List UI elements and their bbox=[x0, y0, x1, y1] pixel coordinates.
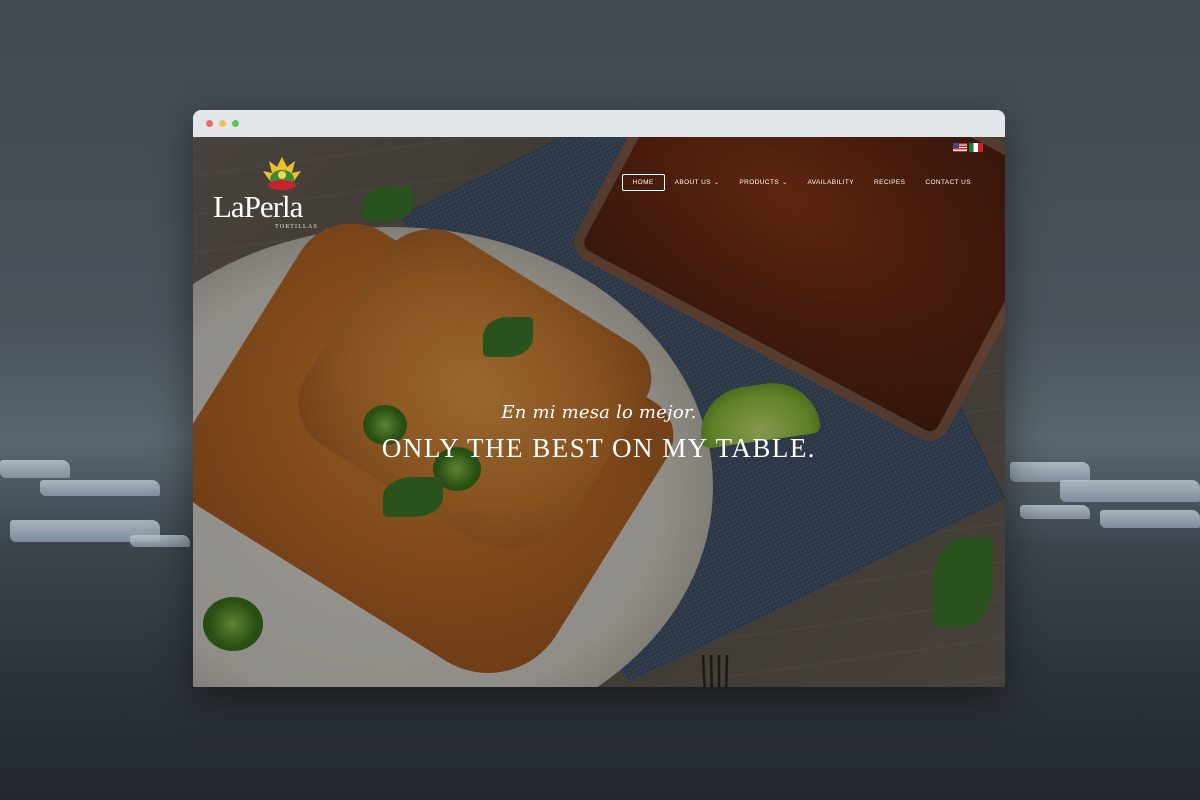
website-viewport: LaPerla TORTILLAS HOME ABOUT US ⌄ PRODUC… bbox=[193, 137, 1005, 687]
nav-item-label: HOME bbox=[632, 179, 654, 186]
nav-item-recipes[interactable]: RECIPES bbox=[864, 175, 915, 190]
flag-us-icon[interactable] bbox=[953, 143, 967, 152]
nav-item-label: RECIPES bbox=[874, 179, 906, 186]
logo-wordmark: LaPerla bbox=[213, 189, 303, 224]
close-window-button[interactable] bbox=[206, 120, 213, 127]
hero-title: ONLY THE BEST ON MY TABLE. bbox=[381, 433, 817, 463]
browser-titlebar bbox=[193, 110, 1005, 137]
logo-subtitle: TORTILLAS bbox=[275, 224, 318, 230]
maximize-window-button[interactable] bbox=[232, 120, 239, 127]
flag-mx-icon[interactable] bbox=[969, 143, 983, 152]
nav-item-label: ABOUT US bbox=[674, 179, 711, 186]
main-nav: HOME ABOUT US ⌄ PRODUCTS ⌄ AVAILABILITY … bbox=[621, 174, 981, 191]
hero-tagline: En mi mesa lo mejor. bbox=[501, 402, 697, 423]
nav-item-products[interactable]: PRODUCTS ⌄ bbox=[729, 175, 797, 190]
nav-item-contact-us[interactable]: CONTACT US bbox=[915, 175, 981, 190]
nav-item-label: PRODUCTS bbox=[739, 179, 780, 186]
hero-text: En mi mesa lo mejor. ONLY THE BEST ON MY… bbox=[193, 402, 1005, 464]
language-switcher bbox=[953, 143, 983, 152]
chevron-down-icon: ⌄ bbox=[713, 179, 720, 186]
minimize-window-button[interactable] bbox=[219, 120, 226, 127]
nav-item-availability[interactable]: AVAILABILITY bbox=[798, 175, 864, 190]
browser-window: LaPerla TORTILLAS HOME ABOUT US ⌄ PRODUC… bbox=[193, 110, 1005, 687]
chevron-down-icon: ⌄ bbox=[782, 179, 788, 186]
nav-item-label: CONTACT US bbox=[925, 179, 971, 186]
nav-item-label: AVAILABILITY bbox=[807, 179, 854, 186]
site-logo[interactable]: LaPerla TORTILLAS bbox=[213, 155, 353, 235]
nav-item-about-us[interactable]: ABOUT US ⌄ bbox=[665, 175, 730, 190]
nav-item-home[interactable]: HOME bbox=[621, 174, 665, 191]
